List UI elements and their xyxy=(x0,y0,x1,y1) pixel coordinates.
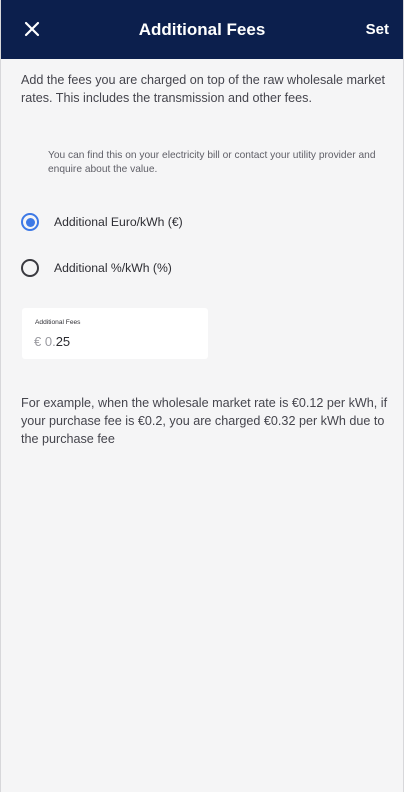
set-button[interactable]: Set xyxy=(366,0,389,59)
app-bar: Additional Fees Set xyxy=(1,0,403,59)
fee-field-label: Additional Fees xyxy=(35,319,81,326)
additional-fees-input[interactable]: Additional Fees € 0.25 xyxy=(22,308,208,359)
fee-field-value[interactable]: € 0.25 xyxy=(34,334,70,350)
option-label: Additional %/kWh (%) xyxy=(54,261,172,275)
page-title: Additional Fees xyxy=(138,20,266,39)
hint-text: You can find this on your electricity bi… xyxy=(48,150,376,175)
fee-prefix: € 0. xyxy=(34,334,56,349)
example-text: For example, when the wholesale market r… xyxy=(21,396,388,446)
close-button[interactable] xyxy=(17,14,47,44)
additional-fees-screen: Additional Fees Set Add the fees you are… xyxy=(0,0,404,792)
radio-selected-icon[interactable] xyxy=(21,213,39,231)
option-euro-per-kwh[interactable]: Additional Euro/kWh (€) xyxy=(21,210,183,234)
option-percent-per-kwh[interactable]: Additional %/kWh (%) xyxy=(21,256,172,280)
fee-value: 25 xyxy=(55,334,71,349)
intro-text: Add the fees you are charged on top of t… xyxy=(21,73,386,105)
radio-unselected-icon[interactable] xyxy=(21,259,39,277)
option-label: Additional Euro/kWh (€) xyxy=(54,215,183,229)
close-icon xyxy=(24,21,40,37)
